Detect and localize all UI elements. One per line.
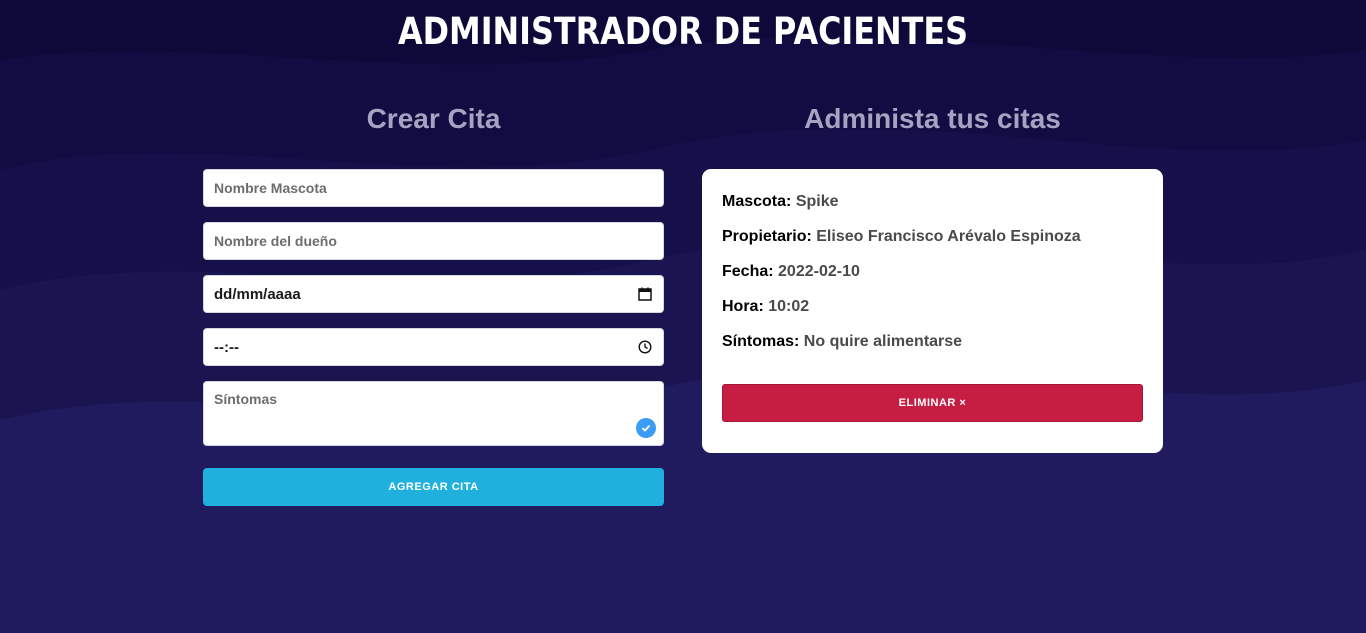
check-circle-icon [636,418,656,438]
clock-icon[interactable] [637,339,653,355]
symptoms-label: Síntomas: [722,333,800,350]
page-title: ADMINISTRADOR DE PACIENTES [398,10,968,53]
page: ADMINISTRADOR DE PACIENTES Crear Cita Ad… [0,0,1366,633]
add-appointment-button[interactable]: AGREGAR CITA [203,468,664,506]
time-input-value: --:-- [214,338,239,356]
pet-name-input[interactable]: Nombre Mascota [203,169,664,207]
pet-label: Mascota: [722,193,792,210]
pet-name-placeholder: Nombre Mascota [214,180,327,196]
owner-name-input[interactable]: Nombre del dueño [203,222,664,260]
delete-button[interactable]: ELIMINAR × [722,384,1143,422]
appointment-symptoms: Síntomas: No quire alimentarse [722,332,1143,367]
time-value: 10:02 [768,298,810,315]
time-input[interactable]: --:-- [203,328,664,366]
date-value: 2022-02-10 [778,263,860,280]
form-title: Crear Cita [366,103,501,134]
symptoms-placeholder: Síntomas [214,391,278,407]
date-label: Fecha: [722,263,774,280]
owner-value: Eliseo Francisco Arévalo Espinoza [816,228,1081,245]
appointment-pet: Mascota: Spike [722,192,1143,227]
date-input[interactable]: dd/mm/aaaa [203,275,664,313]
symptoms-textarea[interactable]: Síntomas [203,381,664,446]
time-label: Hora: [722,298,764,315]
appointment-time: Hora: 10:02 [722,297,1143,332]
appointment-card: Mascota: Spike Propietario: Eliseo Franc… [702,169,1163,453]
pet-value: Spike [795,193,839,210]
calendar-icon[interactable] [637,286,653,302]
date-input-value: dd/mm/aaaa [214,285,301,303]
owner-name-placeholder: Nombre del dueño [214,233,337,249]
symptoms-value: No quire alimentarse [803,333,963,350]
appointment-owner: Propietario: Eliseo Francisco Arévalo Es… [722,227,1143,262]
list-title: Administa tus citas [804,103,1061,134]
appointment-date: Fecha: 2022-02-10 [722,262,1143,297]
owner-label: Propietario: [722,228,812,245]
